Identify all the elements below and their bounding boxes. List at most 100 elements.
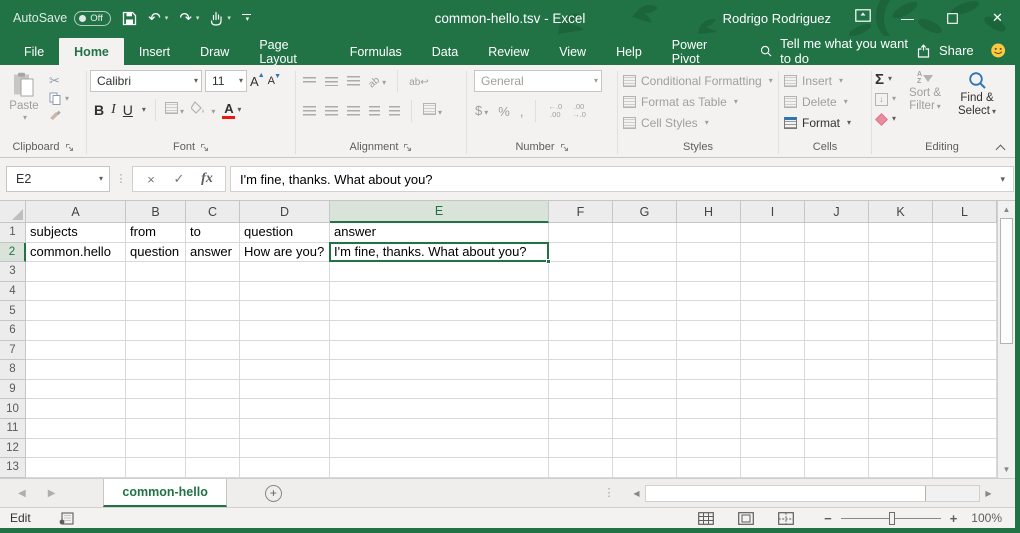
row-header-13[interactable]: 13	[0, 458, 26, 478]
cell-A12[interactable]	[26, 439, 126, 459]
align-middle-button[interactable]	[325, 77, 338, 86]
find-select-button[interactable]: Find & Select▾	[954, 70, 1000, 127]
cell-H2[interactable]	[677, 243, 741, 263]
cell-J9[interactable]	[805, 380, 869, 400]
tab-data[interactable]: Data	[417, 38, 473, 65]
font-color-button[interactable]: A ▾	[222, 102, 241, 119]
tab-review[interactable]: Review	[473, 38, 544, 65]
row-header-10[interactable]: 10	[0, 399, 26, 419]
alignment-dialog-launcher[interactable]	[403, 143, 412, 152]
cell-D3[interactable]	[240, 262, 330, 282]
cell-F13[interactable]	[549, 458, 613, 478]
cell-L8[interactable]	[933, 360, 997, 380]
cell-J8[interactable]	[805, 360, 869, 380]
decrease-indent-button[interactable]	[369, 106, 380, 116]
vertical-scroll-thumb[interactable]	[1000, 218, 1013, 344]
column-header-C[interactable]: C	[186, 201, 240, 223]
row-header-7[interactable]: 7	[0, 341, 26, 361]
row-header-9[interactable]: 9	[0, 380, 26, 400]
align-center-button[interactable]	[325, 106, 338, 116]
cell-H9[interactable]	[677, 380, 741, 400]
cell-A1[interactable]: subjects	[26, 223, 126, 243]
touch-mode-button[interactable]: ▾	[210, 11, 231, 26]
cell-G12[interactable]	[613, 439, 677, 459]
cell-G5[interactable]	[613, 301, 677, 321]
underline-button[interactable]: U	[123, 103, 133, 117]
signed-in-user[interactable]: Rodrigo Rodriguez	[723, 11, 831, 26]
cell-I7[interactable]	[741, 341, 805, 361]
cell-E13[interactable]	[330, 458, 549, 478]
cell-L12[interactable]	[933, 439, 997, 459]
cell-C4[interactable]	[186, 282, 240, 302]
cell-H3[interactable]	[677, 262, 741, 282]
cell-I1[interactable]	[741, 223, 805, 243]
cell-I12[interactable]	[741, 439, 805, 459]
feedback-smiley-icon[interactable]	[990, 41, 1006, 60]
column-header-G[interactable]: G	[613, 201, 677, 223]
cell-J13[interactable]	[805, 458, 869, 478]
cell-J3[interactable]	[805, 262, 869, 282]
clipboard-dialog-launcher[interactable]	[65, 143, 74, 152]
column-header-F[interactable]: F	[549, 201, 613, 223]
cell-F8[interactable]	[549, 360, 613, 380]
cell-H8[interactable]	[677, 360, 741, 380]
cell-I2[interactable]	[741, 243, 805, 263]
cell-I10[interactable]	[741, 399, 805, 419]
enter-entry-button[interactable]: ✓	[165, 171, 193, 187]
cell-I13[interactable]	[741, 458, 805, 478]
name-box-caret[interactable]: ▾	[99, 175, 103, 183]
next-sheet-arrow[interactable]: ▶	[48, 488, 56, 499]
cell-H7[interactable]	[677, 341, 741, 361]
cell-K10[interactable]	[869, 399, 933, 419]
cell-D12[interactable]	[240, 439, 330, 459]
cell-F1[interactable]	[549, 223, 613, 243]
cell-styles-button[interactable]: Cell Styles ▾	[621, 112, 775, 133]
previous-sheet-arrow[interactable]: ◀	[18, 488, 26, 499]
cell-C12[interactable]	[186, 439, 240, 459]
cell-A8[interactable]	[26, 360, 126, 380]
autosave-switch[interactable]: Off	[74, 11, 111, 26]
zoom-level[interactable]: 100%	[971, 511, 1015, 525]
align-bottom-button[interactable]	[347, 76, 360, 86]
page-break-preview-button[interactable]	[778, 512, 794, 525]
cell-D4[interactable]	[240, 282, 330, 302]
cell-F12[interactable]	[549, 439, 613, 459]
cell-J10[interactable]	[805, 399, 869, 419]
decrease-font-size-button[interactable]: A▼	[268, 75, 281, 87]
cell-F7[interactable]	[549, 341, 613, 361]
comma-style-button[interactable]: ,	[520, 104, 524, 119]
cell-L6[interactable]	[933, 321, 997, 341]
cell-J11[interactable]	[805, 419, 869, 439]
cell-B7[interactable]	[126, 341, 186, 361]
customize-qat-button[interactable]: ▾	[242, 14, 251, 23]
cell-H11[interactable]	[677, 419, 741, 439]
wrap-text-button[interactable]: ab↩	[409, 72, 429, 90]
cell-G2[interactable]	[613, 243, 677, 263]
cell-G9[interactable]	[613, 380, 677, 400]
cell-L7[interactable]	[933, 341, 997, 361]
fill-color-button[interactable]: ▾	[191, 101, 215, 119]
cell-E11[interactable]	[330, 419, 549, 439]
macro-recording-button[interactable]	[59, 512, 74, 525]
cell-L3[interactable]	[933, 262, 997, 282]
cell-H1[interactable]	[677, 223, 741, 243]
column-header-D[interactable]: D	[240, 201, 330, 223]
name-box[interactable]: E2 ▾	[6, 166, 110, 192]
cell-F3[interactable]	[549, 262, 613, 282]
cell-G13[interactable]	[613, 458, 677, 478]
tell-me-box[interactable]: Tell me what you want to do	[760, 36, 917, 65]
cell-C3[interactable]	[186, 262, 240, 282]
sort-filter-button[interactable]: AZ Sort & Filter▾	[902, 70, 948, 127]
cell-G3[interactable]	[613, 262, 677, 282]
column-header-I[interactable]: I	[741, 201, 805, 223]
cell-C2[interactable]: answer	[186, 243, 240, 263]
cell-A3[interactable]	[26, 262, 126, 282]
cell-K11[interactable]	[869, 419, 933, 439]
horizontal-scrollbar[interactable]: ◀ ▶	[628, 484, 997, 503]
row-header-2[interactable]: 2	[0, 243, 26, 263]
cell-H12[interactable]	[677, 439, 741, 459]
cell-J1[interactable]	[805, 223, 869, 243]
cell-J6[interactable]	[805, 321, 869, 341]
cell-H6[interactable]	[677, 321, 741, 341]
scroll-up-arrow[interactable]: ▲	[998, 201, 1015, 218]
